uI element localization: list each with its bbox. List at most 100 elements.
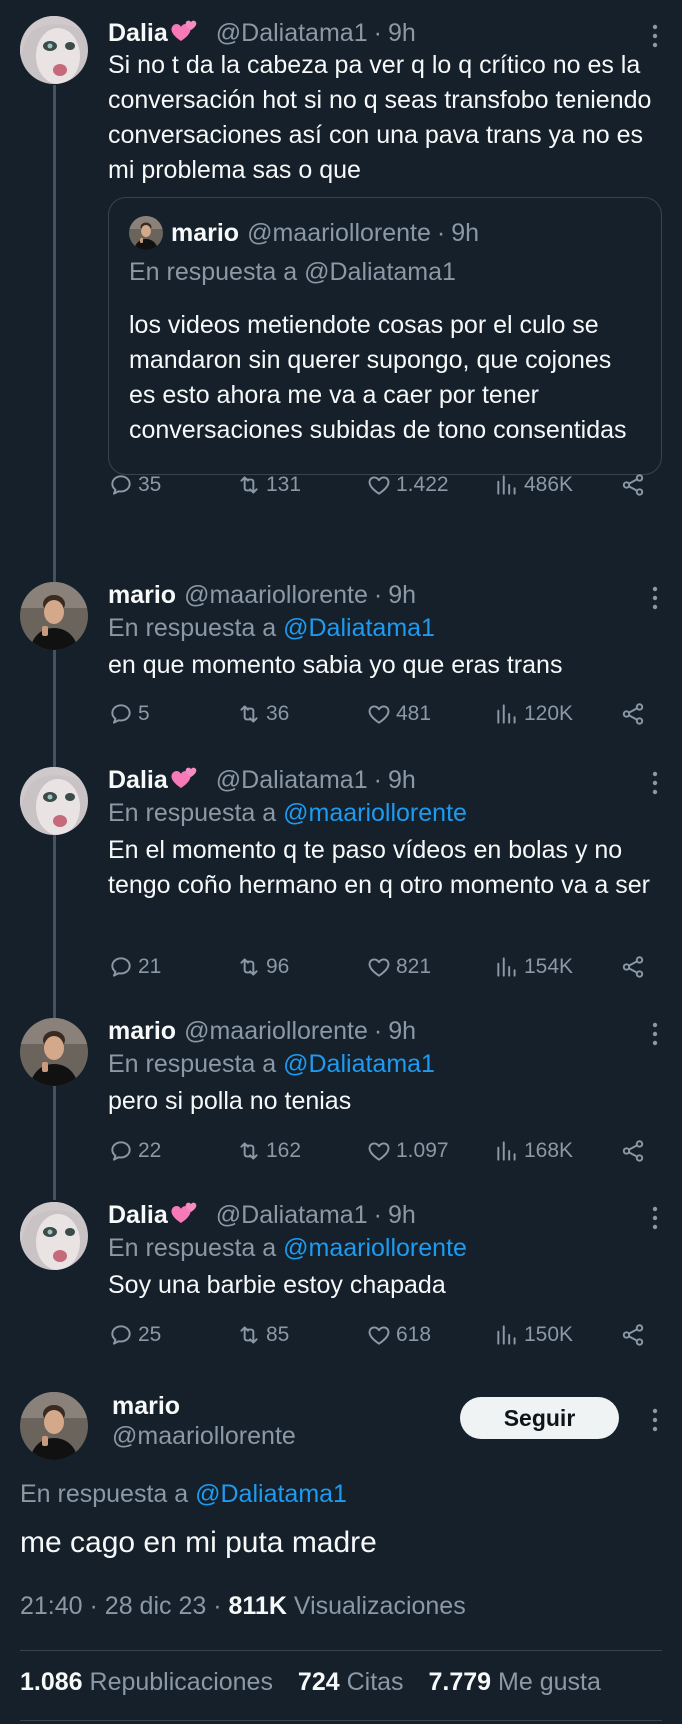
avatar	[129, 216, 163, 250]
tweet-time[interactable]: 21:40	[20, 1592, 83, 1620]
author-handle[interactable]: @Daliatama1	[216, 766, 368, 795]
reply-count: 22	[138, 1139, 162, 1162]
avatar[interactable]	[20, 1392, 88, 1460]
retweet-button[interactable]: 85	[236, 1322, 289, 1348]
action-bar: 5 36 481 120K	[108, 701, 668, 731]
share-button[interactable]	[620, 1322, 650, 1348]
separator-dot: ·	[373, 765, 382, 794]
avatar[interactable]	[20, 767, 88, 835]
share-button[interactable]	[620, 1138, 650, 1164]
retweet-icon	[236, 701, 262, 727]
tweet-header: Dalia @Daliatama1 · 9h	[108, 763, 416, 797]
more-icon[interactable]	[652, 1206, 658, 1230]
tweet-text: pero si polla no tenias	[108, 1087, 352, 1115]
reposts-stat[interactable]: 1.086 Republicaciones	[20, 1668, 273, 1696]
view-count: 168K	[524, 1139, 574, 1162]
views-button[interactable]: 168K	[494, 1138, 573, 1164]
reply-button[interactable]: 21	[108, 954, 161, 980]
like-count: 481	[396, 702, 432, 725]
tweet-text: En el momento q te paso vídeos en bolas …	[108, 836, 650, 899]
quoted-tweet[interactable]: mario @maariollorente · 9h En respuesta …	[108, 197, 662, 475]
like-button[interactable]: 821	[366, 954, 431, 980]
like-button[interactable]: 1.097	[366, 1138, 449, 1164]
tweet-time[interactable]: 9h	[388, 766, 416, 795]
mention-link[interactable]: @Daliatama1	[195, 1480, 347, 1508]
views-button[interactable]: 150K	[494, 1322, 573, 1348]
like-button[interactable]: 618	[366, 1322, 431, 1348]
retweet-button[interactable]: 131	[236, 472, 301, 498]
reply-button[interactable]: 5	[108, 701, 150, 727]
author-name[interactable]: mario	[108, 1017, 176, 1046]
reply-icon	[108, 1322, 134, 1348]
author-handle[interactable]: @maariollorente	[112, 1422, 296, 1451]
share-button[interactable]	[620, 954, 650, 980]
mention-link[interactable]: @maariollorente	[283, 799, 467, 827]
like-button[interactable]: 1.422	[366, 472, 449, 498]
retweet-button[interactable]: 36	[236, 701, 289, 727]
tweet-date[interactable]: 28 dic 23	[105, 1592, 206, 1620]
action-bar: 35 131 1.422 486K	[108, 472, 668, 502]
tweet-time[interactable]: 9h	[388, 1017, 416, 1046]
tweet-time[interactable]: 9h	[388, 1201, 416, 1230]
more-icon[interactable]	[652, 586, 658, 610]
divider	[20, 1650, 662, 1651]
mention-link[interactable]: @maariollorente	[283, 1234, 467, 1262]
more-icon[interactable]	[652, 1022, 658, 1046]
reply-button[interactable]: 25	[108, 1322, 161, 1348]
like-button[interactable]: 481	[366, 701, 431, 727]
tweet-header: Dalia @Daliatama1 · 9h	[108, 1198, 416, 1232]
avatar[interactable]	[20, 1202, 88, 1270]
follow-button[interactable]: Seguir	[460, 1397, 619, 1439]
author-name[interactable]: mario	[112, 1392, 180, 1421]
tweet-header: mario @maariollorente · 9h	[108, 578, 416, 612]
mention-link[interactable]: @Daliatama1	[283, 1050, 435, 1078]
author-name[interactable]: mario	[108, 581, 176, 610]
action-bar: 22 162 1.097 168K	[108, 1138, 668, 1168]
avatar[interactable]	[20, 1018, 88, 1086]
views-button[interactable]: 486K	[494, 472, 573, 498]
more-icon[interactable]	[652, 1408, 658, 1432]
author-handle[interactable]: @maariollorente	[184, 1017, 368, 1046]
reply-button[interactable]: 22	[108, 1138, 161, 1164]
author-handle[interactable]: @maariollorente	[184, 581, 368, 610]
author-name[interactable]: Dalia	[108, 1201, 168, 1230]
likes-stat[interactable]: 7.779 Me gusta	[429, 1668, 601, 1696]
author-name[interactable]: Dalia	[108, 19, 168, 48]
avatar[interactable]	[20, 16, 88, 84]
author-handle[interactable]: @Daliatama1	[216, 1201, 368, 1230]
views-button[interactable]: 154K	[494, 954, 573, 980]
views-button[interactable]: 120K	[494, 701, 573, 727]
share-icon	[620, 701, 646, 727]
share-button[interactable]	[620, 701, 650, 727]
avatar[interactable]	[20, 582, 88, 650]
tweet-time[interactable]: 9h	[388, 19, 416, 48]
divider	[20, 1720, 662, 1721]
retweet-count: 36	[266, 702, 290, 725]
views-label: Visualizaciones	[293, 1592, 466, 1620]
reply-icon	[108, 472, 134, 498]
more-icon[interactable]	[652, 771, 658, 795]
retweet-button[interactable]: 162	[236, 1138, 301, 1164]
more-icon[interactable]	[652, 24, 658, 48]
mention-link[interactable]: @Daliatama1	[283, 614, 435, 642]
thread-tweet[interactable]: Dalia @Daliatama1 · 9h En respuesta a @m…	[0, 763, 682, 993]
heart-icon	[366, 954, 392, 980]
quotes-count: 724	[297, 1668, 340, 1696]
share-icon	[620, 1138, 646, 1164]
tweet-text: Soy una barbie estoy chapada	[108, 1271, 446, 1299]
thread-tweet[interactable]: mario @maariollorente · 9h En respuesta …	[0, 1014, 682, 1174]
reply-context: En respuesta a @Daliatama1	[108, 1050, 435, 1079]
heart-icon	[366, 472, 392, 498]
tweet-time[interactable]: 9h	[388, 581, 416, 610]
quotes-stat[interactable]: 724 Citas	[298, 1668, 404, 1696]
thread-tweet[interactable]: mario @maariollorente · 9h En respuesta …	[0, 578, 682, 738]
author-handle[interactable]: @Daliatama1	[216, 19, 368, 48]
retweet-button[interactable]: 96	[236, 954, 289, 980]
reply-count: 35	[138, 473, 162, 496]
thread-tweet[interactable]: Dalia @Daliatama1 · 9h En respuesta a @m…	[0, 1198, 682, 1358]
share-button[interactable]	[620, 472, 650, 498]
author-name[interactable]: Dalia	[108, 766, 168, 795]
thread-tweet[interactable]: Dalia @Daliatama1 · 9h Si no t da la cab…	[0, 16, 682, 536]
reply-button[interactable]: 35	[108, 472, 161, 498]
action-bar: 25 85 618 150K	[108, 1322, 668, 1352]
